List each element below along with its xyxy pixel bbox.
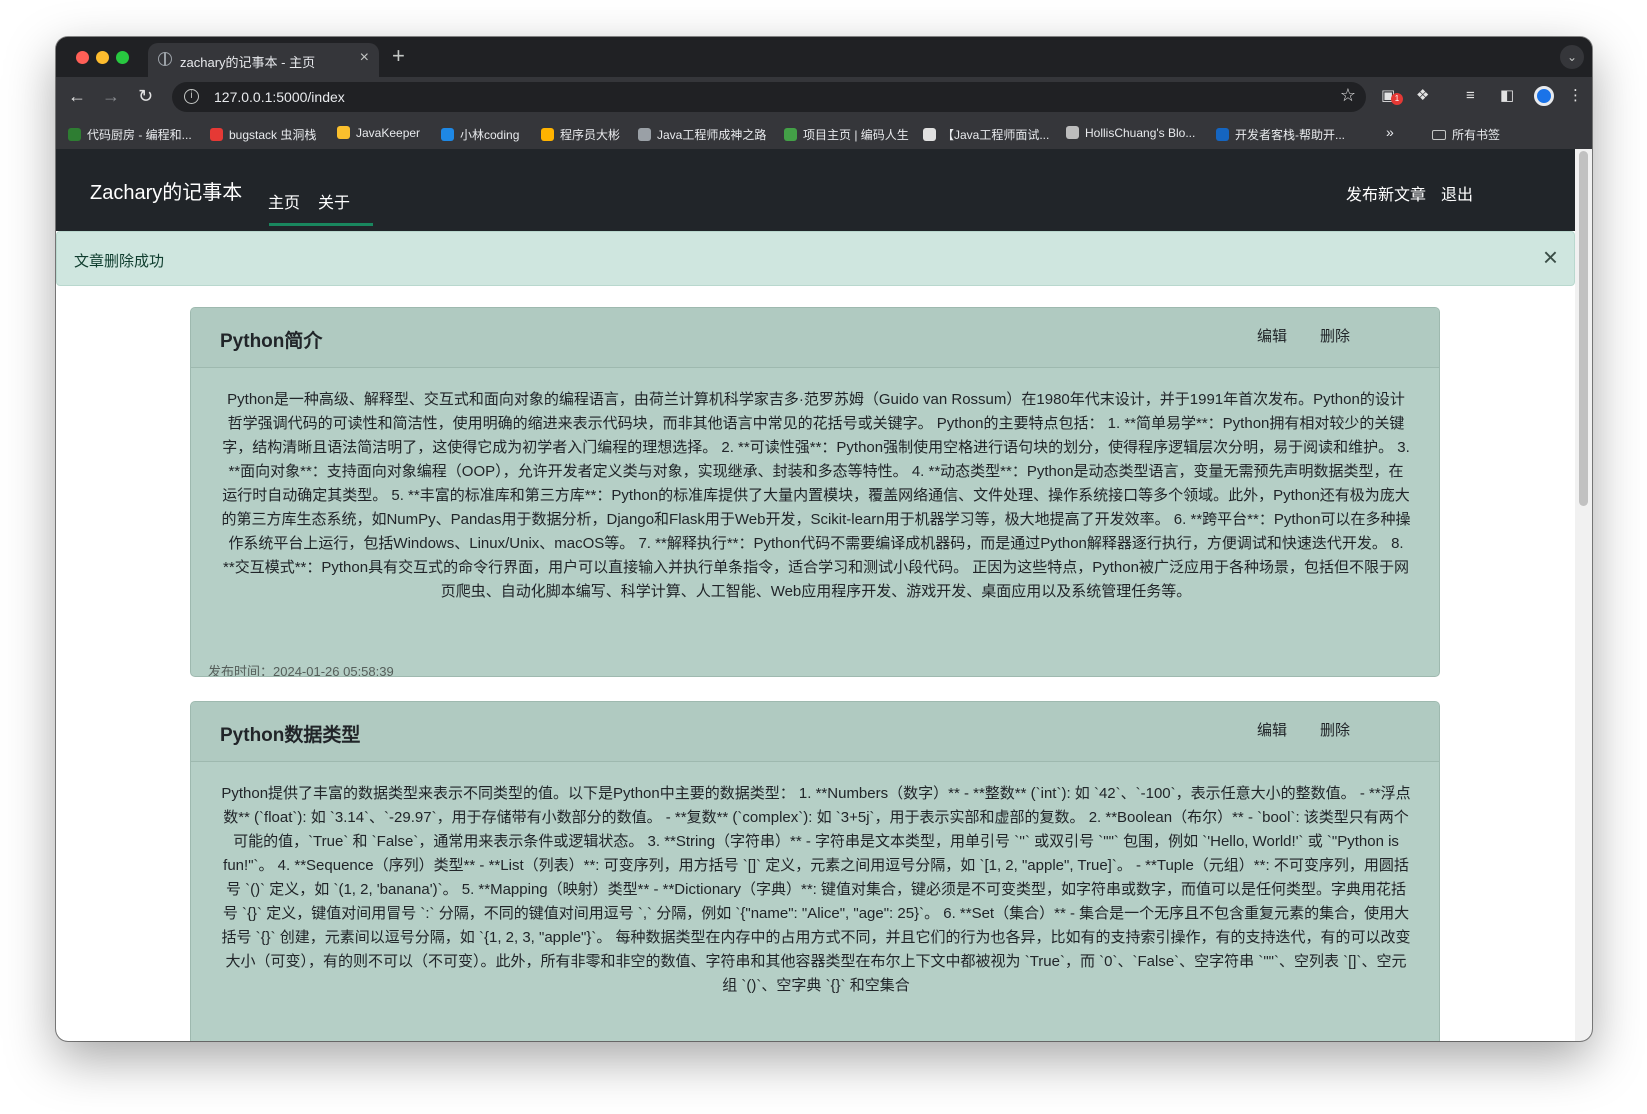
- edit-button[interactable]: 编辑: [1257, 719, 1287, 740]
- bookmark-favicon-icon: [210, 128, 223, 141]
- scrollbar-thumb[interactable]: [1579, 151, 1588, 506]
- app-navbar: Zachary的记事本 主页 关于 发布新文章 退出: [56, 149, 1575, 231]
- close-window-button[interactable]: [76, 51, 89, 64]
- delete-button[interactable]: 删除: [1320, 325, 1350, 346]
- bookmarks-bar: 代码厨房 - 编程和... bugstack 虫洞栈 JavaKeeper 小林…: [56, 117, 1592, 149]
- more-menu-icon[interactable]: ⋮: [1568, 86, 1583, 106]
- tab-strip: zachary的记事本 - 主页 × + ⌄: [56, 37, 1592, 77]
- article-card: Python简介 编辑 删除 Python是一种高级、解释型、交互式和面向对象的…: [190, 307, 1440, 677]
- profile-avatar[interactable]: [1534, 86, 1554, 106]
- site-info-icon[interactable]: i: [184, 89, 199, 104]
- delete-button[interactable]: 删除: [1320, 719, 1350, 740]
- brand-logo[interactable]: Zachary的记事本: [90, 176, 242, 205]
- active-nav-indicator: [269, 223, 373, 226]
- extension-badge: 1: [1391, 93, 1403, 105]
- bookmark-item[interactable]: Java工程师成神之路: [638, 126, 766, 143]
- nav-home[interactable]: 主页: [268, 189, 300, 213]
- bookmark-item[interactable]: 项目主页 | 编码人生: [784, 126, 909, 143]
- back-arrow-icon[interactable]: ←: [68, 85, 86, 107]
- bookmark-favicon-icon: [1066, 126, 1079, 139]
- bookmark-item[interactable]: JavaKeeper: [337, 126, 420, 140]
- bookmark-item[interactable]: 小林coding: [441, 126, 519, 143]
- reading-list-icon[interactable]: ≡: [1466, 86, 1475, 106]
- tab-title: zachary的记事本 - 主页: [180, 55, 316, 70]
- bookmark-favicon-icon: [784, 128, 797, 141]
- nav-about[interactable]: 关于: [318, 189, 350, 213]
- bookmark-item[interactable]: 开发者客栈-帮助开...: [1216, 126, 1345, 143]
- article-title: Python数据类型: [220, 725, 361, 746]
- address-url[interactable]: 127.0.0.1:5000/index: [214, 89, 345, 105]
- bookmark-favicon-icon: [638, 128, 651, 141]
- all-bookmarks-button[interactable]: 所有书签: [1432, 126, 1500, 143]
- browser-toolbar: ← → ↻ i 127.0.0.1:5000/index ☆ ▣ 1 ❖ ≡ ◧…: [56, 77, 1592, 117]
- edit-button[interactable]: 编辑: [1257, 325, 1287, 346]
- address-bar[interactable]: i 127.0.0.1:5000/index ☆: [172, 82, 1366, 112]
- article-header: Python数据类型 编辑 删除: [191, 702, 1439, 762]
- alert-close-icon[interactable]: ×: [1543, 242, 1558, 272]
- bookmark-favicon-icon: [541, 128, 554, 141]
- publish-article-link[interactable]: 发布新文章: [1346, 181, 1426, 205]
- maximize-window-button[interactable]: [116, 51, 129, 64]
- new-tab-button[interactable]: +: [392, 43, 405, 69]
- bookmark-item[interactable]: 【Java工程师面试...: [923, 126, 1049, 143]
- bookmark-favicon-icon: [923, 128, 936, 141]
- browser-window: zachary的记事本 - 主页 × + ⌄ ← → ↻ i 127.0.0.1…: [56, 37, 1592, 1041]
- bookmark-star-icon[interactable]: ☆: [1340, 85, 1356, 106]
- article-body: Python提供了丰富的数据类型来表示不同类型的值。以下是Python中主要的数…: [221, 785, 1411, 994]
- bookmark-item[interactable]: HollisChuang's Blo...: [1066, 126, 1195, 140]
- forward-arrow-icon[interactable]: →: [102, 85, 120, 107]
- globe-icon: [158, 52, 172, 66]
- bookmark-item[interactable]: 代码厨房 - 编程和...: [68, 126, 192, 143]
- browser-tab-active[interactable]: zachary的记事本 - 主页 ×: [148, 43, 379, 77]
- puzzle-extensions-icon[interactable]: ❖: [1416, 86, 1429, 106]
- article-title: Python简介: [220, 331, 323, 352]
- logout-link[interactable]: 退出: [1441, 181, 1473, 205]
- bookmark-item[interactable]: 程序员大彬: [541, 126, 620, 143]
- article-body: Python是一种高级、解释型、交互式和面向对象的编程语言，由荷兰计算机科学家吉…: [221, 391, 1411, 600]
- minimize-window-button[interactable]: [96, 51, 109, 64]
- article-publish-time: 发布时间：2024-01-26 05:58:39: [208, 664, 394, 677]
- alert-message: 文章删除成功: [74, 253, 165, 270]
- article-header: Python简介 编辑 删除: [191, 308, 1439, 368]
- bookmark-favicon-icon: [337, 126, 350, 139]
- bookmark-favicon-icon: [68, 128, 81, 141]
- tab-close-icon[interactable]: ×: [360, 49, 369, 67]
- side-panel-icon[interactable]: ◧: [1500, 86, 1514, 106]
- bookmark-favicon-icon: [441, 128, 454, 141]
- success-alert: 文章删除成功 ×: [56, 231, 1575, 286]
- bookmark-favicon-icon: [1216, 128, 1229, 141]
- reload-icon[interactable]: ↻: [138, 85, 153, 107]
- article-card: Python数据类型 编辑 删除 Python提供了丰富的数据类型来表示不同类型…: [190, 701, 1440, 1041]
- page-scrollbar[interactable]: [1575, 149, 1592, 1041]
- bookmark-item[interactable]: bugstack 虫洞栈: [210, 126, 316, 143]
- folder-icon: [1432, 130, 1446, 140]
- bookmarks-overflow-button[interactable]: »: [1386, 124, 1394, 140]
- tab-search-chevron-icon[interactable]: ⌄: [1560, 45, 1584, 69]
- page-viewport: Zachary的记事本 主页 关于 发布新文章 退出 文章删除成功 × Pyth…: [56, 149, 1575, 1041]
